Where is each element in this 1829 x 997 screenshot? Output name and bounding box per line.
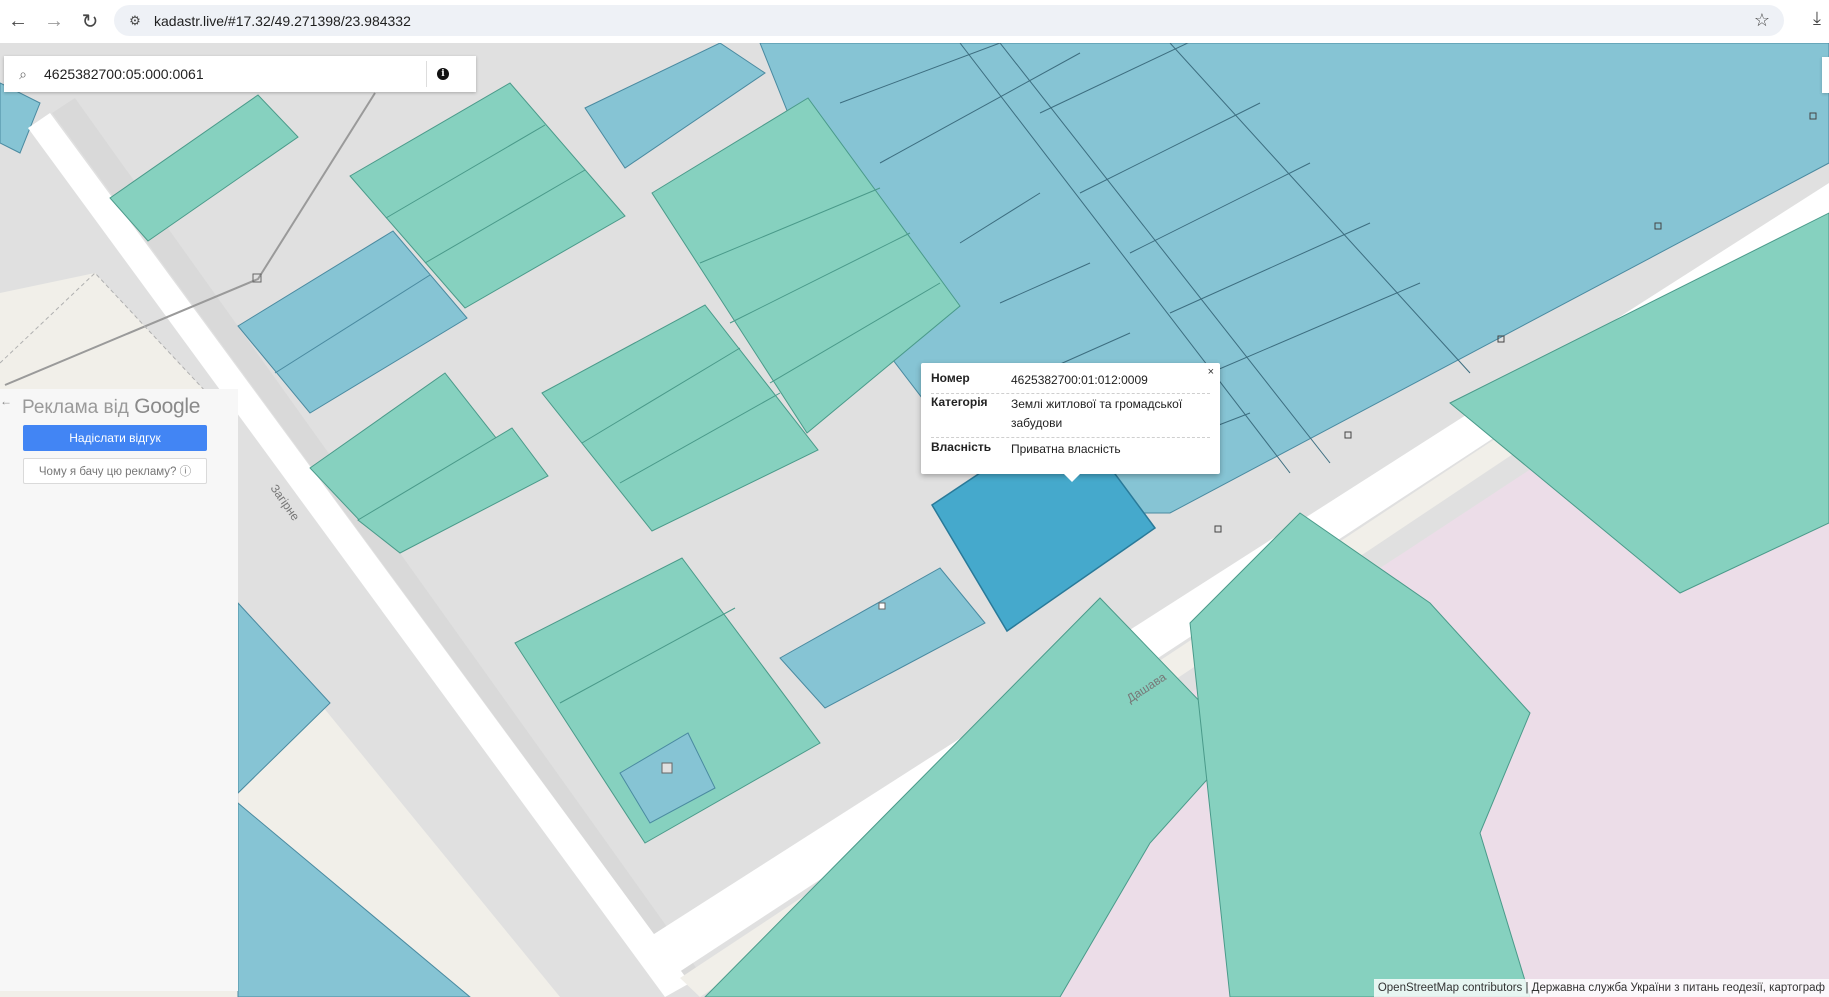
blue-parcel-left-top xyxy=(0,82,41,154)
parcel-info-popup: × Номер 4625382700:01:012:0009 Категорія… xyxy=(921,363,1220,482)
google-ad-panel: ← Реклама від Google Надіслати відгук Чо… xyxy=(0,389,238,991)
forward-icon[interactable]: → xyxy=(36,4,72,40)
ad-title: Реклама від Google xyxy=(22,395,200,419)
popup-value: 4625382700:01:012:0009 xyxy=(1011,373,1148,387)
popup-tip xyxy=(1064,474,1080,482)
google-logo-text: Google xyxy=(134,395,201,418)
ad-title-prefix: Реклама від xyxy=(22,397,135,418)
map-canvas[interactable]: Загірне Дашава xyxy=(0,43,1829,997)
download-icon[interactable]: ⤓ xyxy=(1813,8,1821,29)
search-icon: ⌕ xyxy=(19,65,27,82)
popup-row-number: Номер 4625382700:01:012:0009 xyxy=(931,371,1210,394)
parcel-search-box: ⌕ i xyxy=(4,56,476,92)
cadastral-map[interactable]: Загірне Дашава xyxy=(0,43,1829,997)
right-edge-control[interactable] xyxy=(1822,57,1829,93)
ad-back-arrow-icon[interactable]: ← xyxy=(0,394,12,408)
ad-why-button[interactable]: Чому я бачу цю рекламу? ⓘ xyxy=(23,458,207,484)
attribution-osm-link[interactable]: OpenStreetMap contributors xyxy=(1378,982,1522,994)
popup-row-ownership: Власність Приватна власність xyxy=(931,440,1210,462)
attribution-rest: | Державна служба України з питань геоде… xyxy=(1522,982,1825,994)
back-icon[interactable]: ← xyxy=(0,4,36,40)
popup-key: Категорія xyxy=(931,395,988,409)
info-button[interactable]: i xyxy=(427,68,459,80)
reload-icon[interactable]: ↻ xyxy=(72,4,108,40)
popup-key: Власність xyxy=(931,440,992,454)
address-bar[interactable]: ⚙ kadastr.live/#17.32/49.271398/23.98433… xyxy=(114,5,1784,36)
map-attribution: OpenStreetMap contributors | Державна сл… xyxy=(1373,979,1829,997)
popup-value: Землі житлової та громадської забудови xyxy=(1011,397,1183,430)
ad-feedback-button[interactable]: Надіслати відгук xyxy=(23,425,207,451)
url-text[interactable]: kadastr.live/#17.32/49.271398/23.984332 xyxy=(154,13,411,29)
popup-row-category: Категорія Землі житлової та громадської … xyxy=(931,395,1210,438)
popup-value: Приватна власність xyxy=(1011,442,1121,456)
popup-key: Номер xyxy=(931,371,970,385)
site-info-icon[interactable]: ⚙ xyxy=(120,13,150,29)
info-icon: i xyxy=(437,68,449,80)
browser-toolbar: ← → ↻ ⚙ kadastr.live/#17.32/49.271398/23… xyxy=(0,0,1829,43)
parcel-search-input[interactable] xyxy=(42,59,426,89)
bookmark-star-icon[interactable]: ☆ xyxy=(1754,10,1770,31)
